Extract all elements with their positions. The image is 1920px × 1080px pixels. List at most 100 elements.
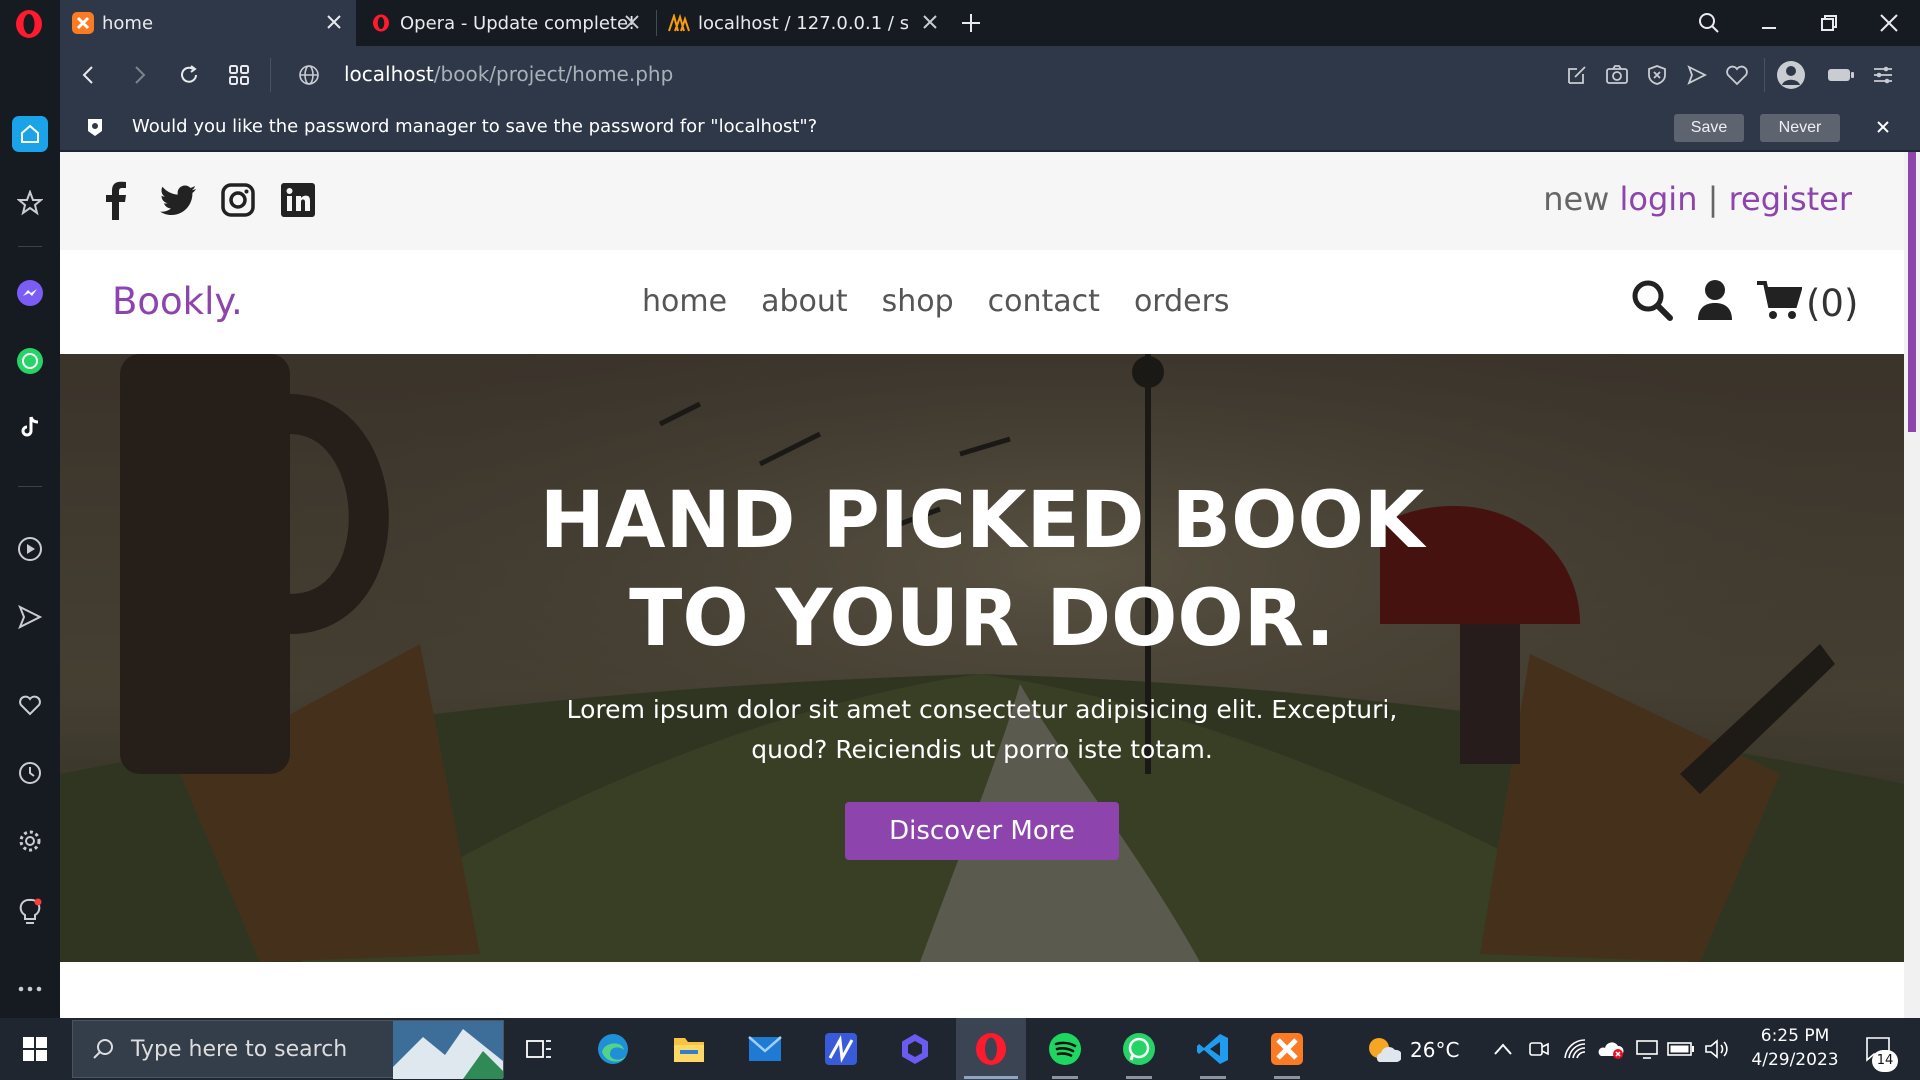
easy-setup-menu-icon[interactable]	[1870, 62, 1896, 88]
meet-now-icon[interactable]	[1520, 1030, 1558, 1068]
close-tab-icon[interactable]	[920, 12, 940, 32]
battery-saver-icon[interactable]	[1826, 62, 1856, 88]
player-icon[interactable]	[15, 534, 45, 564]
adblock-icon[interactable]	[1644, 62, 1670, 88]
restore-button[interactable]	[1816, 10, 1842, 36]
close-prompt-icon[interactable]	[1872, 116, 1894, 138]
editor-app-icon[interactable]	[822, 1030, 860, 1068]
onedrive-error-icon[interactable]	[1592, 1030, 1630, 1068]
search-icon[interactable]	[1630, 278, 1674, 322]
nav-orders[interactable]: orders	[1134, 284, 1230, 319]
user-icon[interactable]	[1696, 278, 1734, 322]
close-tab-icon[interactable]	[324, 12, 344, 32]
site-logo[interactable]: Bookly.	[112, 280, 243, 323]
bookmarks-icon[interactable]	[15, 188, 45, 218]
bing-chat-icon[interactable]	[896, 1030, 934, 1068]
messenger-icon[interactable]	[15, 278, 45, 308]
facebook-icon[interactable]	[96, 180, 136, 220]
login-link[interactable]: login	[1620, 180, 1698, 218]
forward-icon[interactable]	[126, 62, 152, 88]
close-tab-icon[interactable]	[622, 12, 642, 32]
web-page: new login | register Bookly. home about …	[60, 152, 1904, 1018]
whatsapp-icon[interactable]	[15, 346, 45, 376]
taskbar-search-box[interactable]: Type here to search	[72, 1020, 504, 1079]
page-scrollbar-thumb[interactable]	[1908, 152, 1916, 432]
more-icon[interactable]	[15, 974, 45, 1004]
weather-temperature[interactable]: 26°C	[1410, 1038, 1459, 1062]
windows-start-icon[interactable]	[16, 1030, 54, 1068]
heart-icon[interactable]	[15, 690, 45, 720]
discover-more-button[interactable]: Discover More	[845, 802, 1119, 860]
tabs-overview-icon[interactable]	[226, 62, 252, 88]
file-explorer-icon[interactable]	[670, 1030, 708, 1068]
show-hidden-icons-icon[interactable]	[1484, 1030, 1522, 1068]
spotify-running-indicator	[1052, 1076, 1078, 1079]
save-password-button[interactable]: Save	[1674, 114, 1744, 142]
opera-taskbar-icon[interactable]	[972, 1030, 1010, 1068]
search-tabs-icon[interactable]	[1696, 10, 1722, 36]
register-link[interactable]: register	[1729, 180, 1852, 218]
send-icon[interactable]	[15, 602, 45, 632]
tab-phpmyadmin[interactable]: localhost / 127.0.0.1 / shop	[656, 0, 952, 46]
volume-icon[interactable]	[1698, 1030, 1736, 1068]
whatsapp-taskbar-icon[interactable]	[1120, 1030, 1158, 1068]
xampp-running-indicator	[1274, 1076, 1300, 1079]
profile-avatar-icon[interactable]	[1774, 58, 1808, 92]
opera-logo-icon[interactable]	[14, 9, 44, 39]
nav-contact[interactable]: contact	[988, 284, 1100, 319]
back-icon[interactable]	[76, 62, 102, 88]
hero-title: HAND PICKED BOOK TO YOUR DOOR.	[539, 476, 1425, 664]
opera-icon	[370, 12, 392, 34]
wifi-icon[interactable]	[1556, 1030, 1594, 1068]
home-icon[interactable]	[12, 116, 48, 152]
tab-title: home	[102, 12, 154, 34]
search-highlight-image	[393, 1021, 503, 1079]
edge-icon[interactable]	[594, 1030, 632, 1068]
auth-prefix: new	[1543, 180, 1610, 218]
taskbar-search-placeholder: Type here to search	[131, 1037, 348, 1062]
mail-icon[interactable]	[746, 1030, 784, 1068]
xampp-icon	[72, 12, 94, 34]
easy-setup-icon[interactable]	[1564, 62, 1590, 88]
display-icon[interactable]	[1628, 1030, 1666, 1068]
hero-banner: HAND PICKED BOOK TO YOUR DOOR. Lorem ips…	[60, 354, 1904, 962]
hero-subtitle: Lorem ipsum dolor sit amet consectetur a…	[566, 695, 1398, 764]
vscode-icon[interactable]	[1194, 1030, 1232, 1068]
nav-about[interactable]: about	[761, 284, 848, 319]
linkedin-icon[interactable]	[278, 180, 318, 220]
instagram-icon[interactable]	[218, 180, 258, 220]
nav-home[interactable]: home	[642, 284, 727, 319]
phpmyadmin-icon	[668, 12, 690, 34]
nav-shop[interactable]: shop	[882, 284, 954, 319]
settings-icon[interactable]	[15, 826, 45, 856]
tab-opera-update[interactable]: Opera - Update complete!	[358, 0, 654, 46]
address-path: /book/project/home.php	[433, 62, 674, 86]
minimize-button[interactable]	[1756, 10, 1782, 36]
search-icon	[93, 1039, 113, 1059]
task-view-icon[interactable]	[520, 1030, 558, 1068]
clock-time: 6:25 PM	[1760, 1026, 1830, 1046]
twitter-icon[interactable]	[158, 180, 198, 220]
snapshot-icon[interactable]	[1604, 62, 1630, 88]
clock[interactable]: 6:25 PM 4/29/2023	[1740, 1024, 1850, 1072]
never-save-button[interactable]: Never	[1760, 114, 1840, 142]
reload-icon[interactable]	[176, 62, 202, 88]
tips-icon[interactable]	[15, 898, 45, 928]
vscode-running-indicator	[1200, 1076, 1226, 1079]
bookmark-heart-icon[interactable]	[1724, 62, 1750, 88]
battery-icon[interactable]	[1662, 1030, 1700, 1068]
tab-title: Opera - Update complete!	[400, 12, 636, 34]
spotify-icon[interactable]	[1046, 1030, 1084, 1068]
tiktok-icon[interactable]	[15, 412, 45, 442]
address-field[interactable]: localhost/book/project/home.php	[344, 62, 673, 86]
cart-count[interactable]: (0)	[1806, 282, 1858, 325]
weather-icon[interactable]	[1364, 1030, 1402, 1068]
site-info-icon[interactable]	[296, 62, 322, 88]
tab-home[interactable]: home	[60, 0, 356, 46]
close-window-button[interactable]	[1876, 10, 1902, 36]
history-icon[interactable]	[15, 758, 45, 788]
send-flow-icon[interactable]	[1684, 62, 1710, 88]
xampp-taskbar-icon[interactable]	[1268, 1030, 1306, 1068]
cart-icon[interactable]	[1756, 278, 1802, 322]
new-tab-button[interactable]	[958, 10, 984, 36]
